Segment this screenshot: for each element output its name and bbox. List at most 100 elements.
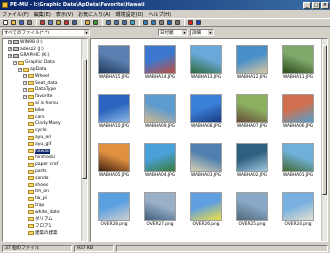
expand-icon[interactable]: − — [23, 94, 27, 99]
sort-dropdown[interactable]: 日付順 ▾ — [158, 29, 188, 36]
thumbnail-scroll-thumb[interactable] — [322, 45, 327, 195]
folder-tree[interactable]: + WIN98 (I:) + adesz2 (J:) + GRAPHIC (K:) − Gra… — [2, 38, 88, 242]
thumbnail-item[interactable]: WABHA04.JPG — [141, 141, 179, 181]
thumbnail-filename: WABHA14.JPG — [144, 75, 176, 80]
menu-item[interactable]: 編集(E) — [34, 11, 51, 18]
menu-item[interactable]: ファイル(F) — [2, 11, 29, 18]
expand-icon[interactable]: − — [18, 67, 22, 72]
expand-icon[interactable]: − — [23, 87, 27, 92]
thumbnail-item[interactable]: WABHA09.JPG — [141, 92, 179, 132]
tree-item[interactable]: bike — [3, 107, 87, 114]
thumbnail-item[interactable]: OVER27.png — [141, 190, 179, 230]
toolbar-button[interactable] — [166, 19, 173, 26]
thumbnail-item[interactable]: OVER28.png — [95, 190, 133, 230]
tree-item[interactable]: hawaii — [3, 148, 87, 155]
tree-item[interactable]: tw_pl — [3, 195, 87, 202]
toolbar-button[interactable] — [121, 19, 128, 26]
toolbar-button[interactable] — [26, 19, 33, 26]
tree-item[interactable]: 建築の建築 — [3, 229, 87, 236]
toolbar-button[interactable] — [142, 19, 149, 26]
tree-item[interactable]: trap — [3, 202, 87, 209]
toolbar-button[interactable] — [129, 19, 136, 26]
tree-item[interactable]: cycle — [3, 127, 87, 134]
toolbar-button[interactable] — [55, 19, 62, 26]
tree-item[interactable]: hirshaski — [3, 155, 87, 162]
thumbnail-item[interactable]: WABHA06.JPG — [279, 92, 317, 132]
tree-item[interactable]: ayu_gif — [3, 141, 87, 148]
tree-item[interactable]: フロア1 — [3, 223, 87, 230]
tree-item[interactable]: − Wheel — [3, 73, 87, 80]
toolbar-button[interactable] — [187, 19, 194, 26]
expand-icon[interactable]: − — [23, 81, 27, 86]
thumbnail-item[interactable]: WABHA07.JPG — [233, 92, 271, 132]
tree-item[interactable]: + adesz2 (J:) — [3, 46, 87, 53]
menu-item[interactable]: お気に入り(A) — [78, 11, 110, 18]
expand-icon[interactable]: − — [13, 60, 17, 65]
tree-item[interactable]: shoes — [3, 182, 87, 189]
toolbar-button[interactable] — [2, 19, 9, 26]
tree-item[interactable]: paper craf — [3, 161, 87, 168]
toolbar-button[interactable] — [158, 19, 165, 26]
toolbar-button[interactable] — [10, 19, 17, 26]
tree-item[interactable]: − Seat_data — [3, 80, 87, 87]
tree-item[interactable]: tm_on — [3, 189, 87, 196]
thumbnail-item[interactable]: WABHA01.JPG — [279, 141, 317, 181]
tree-item[interactable]: − Graphic Data — [3, 59, 87, 66]
tree-item[interactable]: ダリアム — [3, 216, 87, 223]
toolbar-button[interactable] — [39, 19, 46, 26]
tree-scroll-thumb[interactable] — [82, 59, 87, 179]
tree-item[interactable]: − apData — [3, 66, 87, 73]
expand-icon[interactable]: − — [23, 74, 27, 79]
toolbar-button[interactable] — [18, 19, 25, 26]
toolbar-button[interactable] — [174, 19, 181, 26]
toolbar-button[interactable] — [63, 19, 70, 26]
tree-scrollbar[interactable] — [81, 39, 87, 241]
thumbnail-item[interactable]: WABHA03.JPG — [187, 141, 225, 181]
thumbnail-item[interactable]: WABHA13.JPG — [187, 43, 225, 83]
menu-item[interactable]: 環境設定(O) — [116, 11, 144, 18]
tree-item[interactable]: ai is horsu — [3, 100, 87, 107]
toolbar-button[interactable] — [92, 19, 99, 26]
thumbnail-item[interactable]: WABHA15.JPG — [95, 43, 133, 83]
thumbnail-view[interactable]: WABHA15.JPG WABHA14.JPG WABHA13.JPG WABHA12… — [90, 38, 328, 242]
tree-item[interactable]: ayu_eri — [3, 134, 87, 141]
toolbar-button[interactable] — [71, 19, 78, 26]
thumbnail-item[interactable]: WABHA11.JPG — [279, 43, 317, 83]
thumbnail-item[interactable]: WABHA10.JPG — [95, 92, 133, 132]
tree-item[interactable]: cars — [3, 114, 87, 121]
thumbnail-item[interactable]: WABHA05.JPG — [95, 141, 133, 181]
thumbnail-item[interactable]: OVER24.png — [279, 190, 317, 230]
expand-icon[interactable]: + — [8, 47, 12, 52]
maximize-button[interactable]: □ — [312, 1, 320, 9]
tree-item[interactable]: + WIN98 (I:) — [3, 39, 87, 46]
expand-icon[interactable]: + — [8, 53, 12, 58]
tree-item[interactable]: sanda — [3, 175, 87, 182]
tree-item[interactable]: Cindy.Maey — [3, 121, 87, 128]
tree-item[interactable]: + GRAPHIC (K:) — [3, 53, 87, 60]
thumbnail-item[interactable]: OVER26.png — [187, 190, 225, 230]
menu-item[interactable]: 表示(V) — [56, 11, 73, 18]
tree-item[interactable]: parts — [3, 168, 87, 175]
view-dropdown[interactable]: 詳細 ▾ — [190, 29, 214, 36]
toolbar-button[interactable] — [105, 19, 112, 26]
folder-icon — [28, 189, 34, 194]
thumbnail-scrollbar[interactable] — [321, 39, 327, 241]
thumbnail-item[interactable]: WABHA14.JPG — [141, 43, 179, 83]
toolbar-button[interactable] — [47, 19, 54, 26]
tree-item[interactable]: white_date — [3, 209, 87, 216]
toolbar-button[interactable] — [84, 19, 91, 26]
minimize-button[interactable]: _ — [303, 1, 311, 9]
thumbnail-item[interactable]: OVER25.png — [233, 190, 271, 230]
tree-item[interactable]: − favorite — [3, 93, 87, 100]
toolbar-button[interactable] — [195, 19, 202, 26]
thumbnail-item[interactable]: WABHA02.JPG — [233, 141, 271, 181]
expand-icon[interactable]: + — [8, 40, 12, 45]
thumbnail-item[interactable]: WABHA08.JPG — [187, 92, 225, 132]
toolbar-button[interactable] — [113, 19, 120, 26]
tree-item[interactable]: − DataType — [3, 87, 87, 94]
toolbar-button[interactable] — [150, 19, 157, 26]
file-filter-dropdown[interactable]: すべてのファイル(*.*) ▾ — [2, 29, 90, 36]
menu-item[interactable]: ヘルプ(H) — [148, 11, 171, 18]
thumbnail-item[interactable]: WABHA12.JPG — [233, 43, 271, 83]
close-button[interactable]: × — [321, 1, 329, 9]
